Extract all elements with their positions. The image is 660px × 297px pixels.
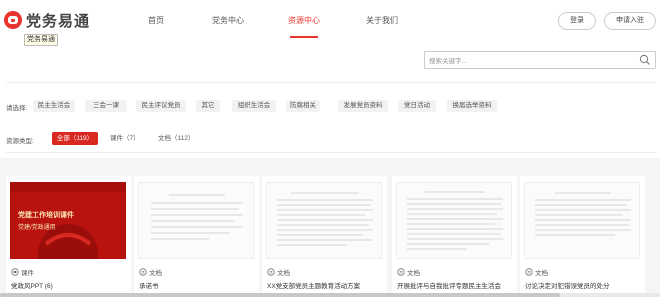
search-input[interactable]: 搜索关键字... — [424, 51, 656, 69]
card-type-label: 文档 — [407, 270, 420, 277]
resource-card[interactable]: 文档 讨论决定对犯错误党员的处分 — [520, 176, 645, 297]
document-preview — [277, 192, 373, 246]
chip-democratic-life[interactable]: 民主生活会 — [33, 100, 75, 112]
logo-text: 党务易通 — [26, 12, 91, 30]
join-button[interactable]: 申请入驻 — [604, 12, 656, 30]
courseware-icon — [11, 268, 19, 276]
type-document[interactable]: 文档（112） — [158, 132, 198, 145]
divider — [6, 82, 656, 83]
card-type: 课件 — [11, 267, 34, 277]
document-icon — [267, 268, 275, 276]
card-thumbnail — [266, 182, 382, 259]
chip-party-day[interactable]: 党日活动 — [398, 100, 436, 112]
card-type-label: 文档 — [277, 270, 290, 277]
site-logo[interactable]: 党务易通 — [4, 9, 90, 31]
card-type-label: 课件 — [21, 270, 34, 277]
card-thumbnail: 党建工作培训课件 党建/党政通用 — [10, 182, 126, 259]
card-title[interactable]: 讨论决定对犯错误党员的处分 — [525, 280, 610, 290]
nav-home[interactable]: 首页 — [148, 15, 164, 26]
resource-card[interactable]: 文档 XX党支部党员主题教育活动方案 — [262, 176, 387, 297]
card-type-label: 文档 — [149, 270, 162, 277]
type-courseware[interactable]: 课件（7） — [110, 132, 140, 145]
thumb-subtitle: 党建/党政通用 — [18, 225, 56, 231]
card-type: 文档 — [525, 267, 548, 277]
nav-active-underline — [290, 36, 318, 38]
scrollbar-thumb[interactable] — [0, 293, 560, 297]
document-preview — [535, 192, 631, 236]
card-thumbnail — [396, 182, 512, 259]
card-title[interactable]: 党政风PPT (6) — [11, 280, 53, 290]
card-type-label: 文档 — [535, 270, 548, 277]
document-preview — [407, 191, 503, 250]
resource-card[interactable]: 党建工作培训课件 党建/党政通用 课件 党政风PPT (6) — [6, 176, 131, 297]
nav-resource-center[interactable]: 资源中心 — [288, 15, 320, 26]
types-label: 资源类型: — [6, 138, 34, 145]
document-icon — [397, 268, 405, 276]
card-thumbnail — [138, 182, 254, 259]
top-header: 党务易通 首页 党务中心 资源中心 关于我们 登录 申请入驻 — [0, 0, 660, 40]
nav-about[interactable]: 关于我们 — [366, 15, 398, 26]
filter-label: 请选择: — [6, 105, 28, 112]
party-emblem-icon — [10, 182, 126, 259]
chip-anti-corruption[interactable]: 防腐相关 — [286, 100, 320, 112]
document-icon — [139, 268, 147, 276]
card-title[interactable]: 开展批评与自我批评专题民主生活会 — [397, 280, 501, 290]
card-type: 文档 — [397, 267, 420, 277]
search-placeholder: 搜索关键字... — [429, 58, 467, 65]
chip-election[interactable]: 换届选举资料 — [447, 100, 497, 112]
type-all[interactable]: 全部（119） — [52, 132, 98, 145]
search-icon[interactable] — [639, 54, 651, 66]
card-type: 文档 — [139, 267, 162, 277]
chip-other[interactable]: 其它 — [196, 100, 220, 112]
chip-member-development[interactable]: 发展党员资料 — [338, 100, 388, 112]
document-icon — [525, 268, 533, 276]
card-title[interactable]: XX党支部党员主题教育活动方案 — [267, 280, 360, 290]
card-type: 文档 — [267, 267, 290, 277]
card-thumbnail — [524, 182, 640, 259]
chip-three-meetings[interactable]: 三会一课 — [85, 100, 127, 112]
logo-tooltip: 党务易通 — [24, 34, 58, 46]
divider — [6, 152, 656, 153]
logo-icon — [4, 11, 22, 29]
nav-party-center[interactable]: 党务中心 — [212, 15, 244, 26]
card-title[interactable]: 承诺书 — [139, 280, 159, 290]
resource-card[interactable]: 文档 开展批评与自我批评专题民主生活会 — [392, 176, 517, 297]
login-button[interactable]: 登录 — [558, 12, 596, 30]
document-preview — [151, 194, 243, 240]
chip-org-life[interactable]: 组织生活会 — [232, 100, 276, 112]
thumb-title: 党建工作培训课件 — [18, 212, 74, 219]
resource-card[interactable]: 文档 承诺书 — [134, 176, 259, 297]
chip-member-review[interactable]: 民主评议党员 — [136, 100, 186, 112]
